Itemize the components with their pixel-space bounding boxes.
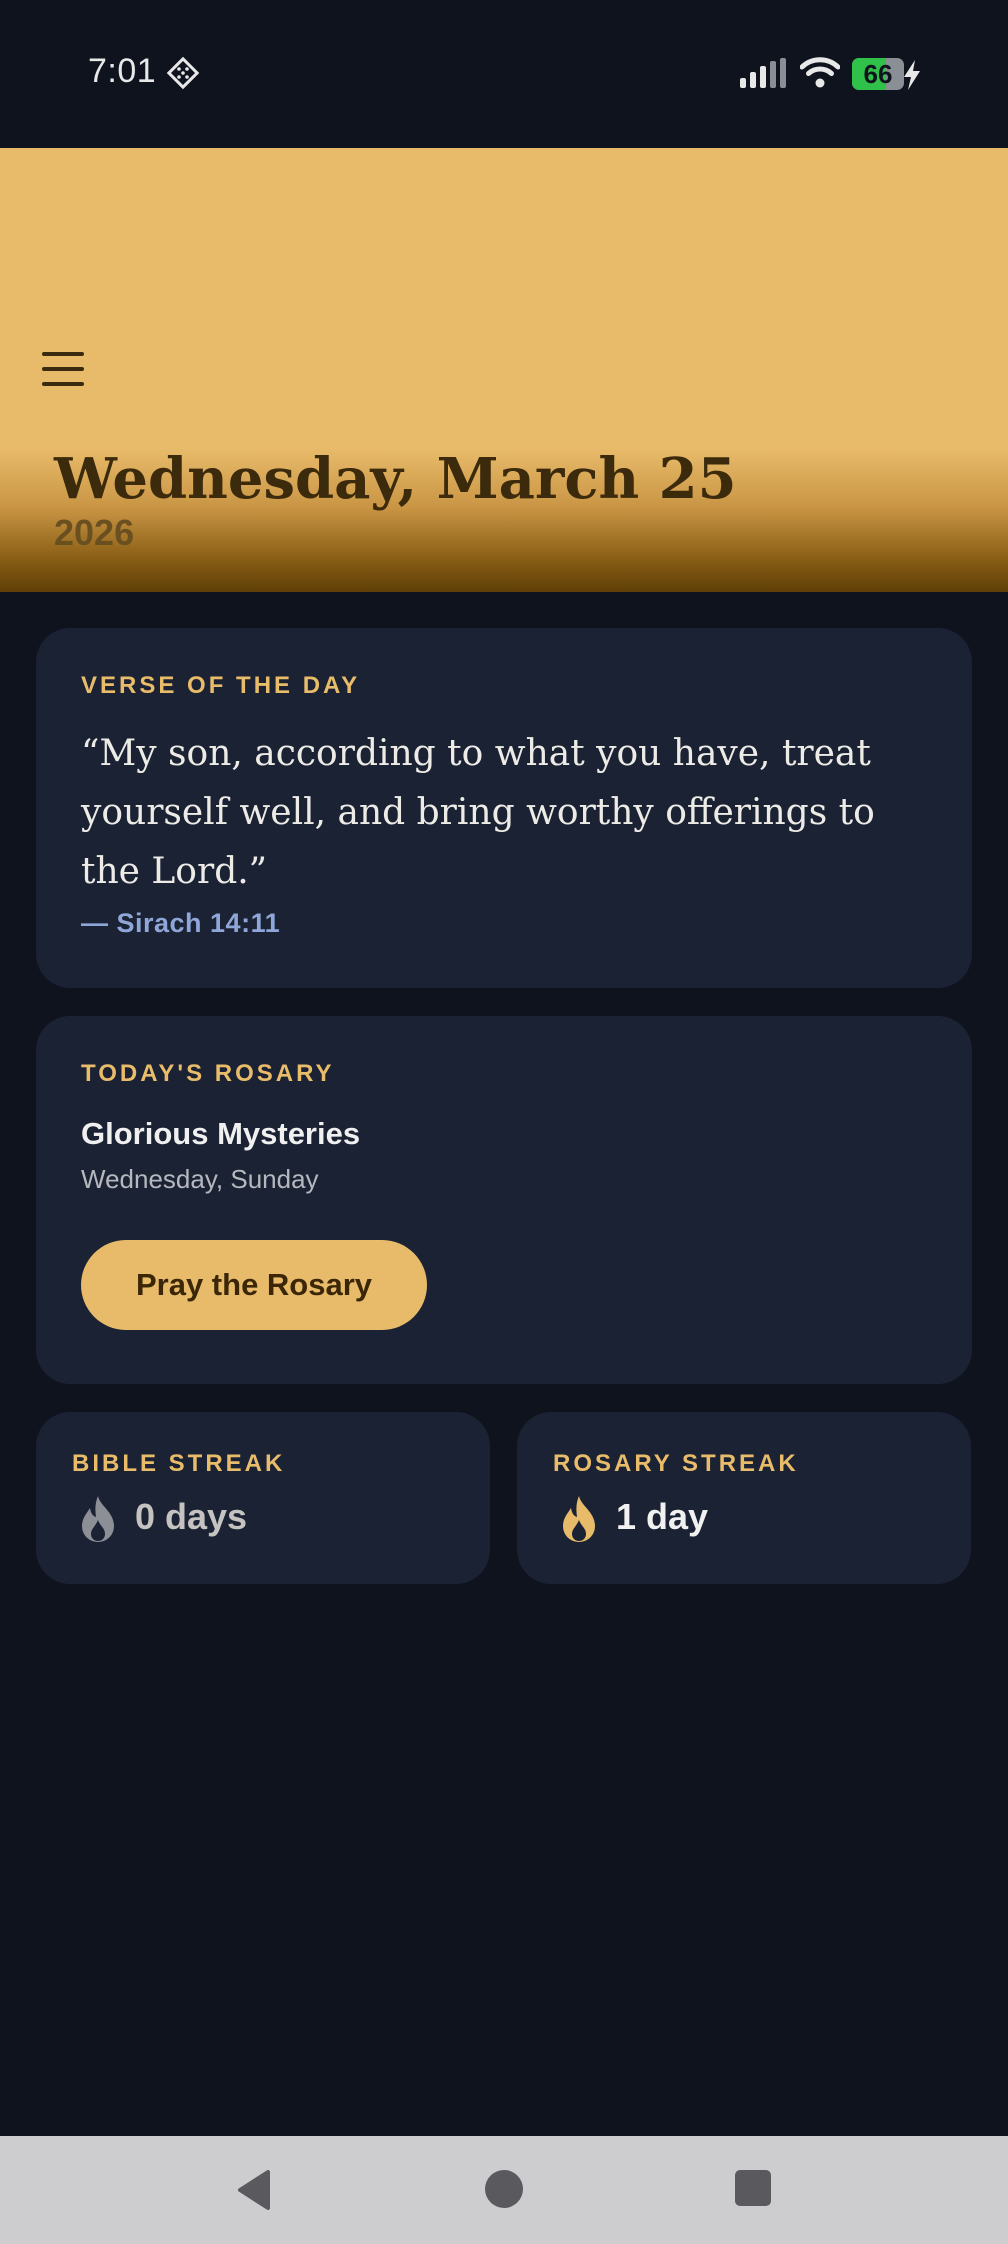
wifi-icon (800, 57, 840, 88)
system-nav-bar (0, 2136, 1008, 2244)
rosary-streak-value: 1 day (616, 1496, 709, 1537)
rosary-card-label: TODAY'S ROSARY (81, 1060, 335, 1087)
rosary-streak-card: ROSARY STREAK 1 day (517, 1412, 971, 1584)
recents-icon[interactable] (735, 2170, 771, 2206)
status-bar: 7:01 66 (0, 0, 1008, 148)
page-title: Wednesday, March 25 (54, 446, 737, 512)
flame-icon (563, 1496, 595, 1542)
status-time: 7:01 (88, 52, 157, 90)
todays-rosary-card: TODAY'S ROSARY Glorious Mysteries Wednes… (36, 1016, 972, 1384)
signal-icon (740, 58, 786, 88)
verse-of-the-day-card[interactable]: VERSE OF THE DAY “My son, according to w… (36, 628, 972, 988)
battery-level: 66 (863, 58, 893, 89)
back-icon[interactable] (236, 2170, 272, 2210)
verse-reference: — Sirach 14:11 (81, 908, 281, 938)
pray-the-rosary-button[interactable]: Pray the Rosary (81, 1240, 427, 1330)
bible-streak-label: BIBLE STREAK (72, 1450, 286, 1477)
date-header: Wednesday, March 25 2026 (0, 148, 1008, 592)
rosary-mysteries-title: Glorious Mysteries (81, 1116, 361, 1151)
battery-icon: 66 (852, 58, 904, 90)
header-year: 2026 (54, 512, 135, 553)
verse-text: “My son, according to what you have, tre… (81, 733, 875, 892)
bible-streak-card: BIBLE STREAK 0 days (36, 1412, 490, 1584)
hamburger-menu-icon[interactable] (42, 352, 84, 386)
rosary-streak-label: ROSARY STREAK (553, 1450, 799, 1477)
bible-streak-value: 0 days (135, 1496, 248, 1537)
charging-bolt-icon (904, 60, 920, 90)
notification-diamond-icon (166, 56, 200, 90)
rosary-days: Wednesday, Sunday (81, 1164, 319, 1194)
verse-card-label: VERSE OF THE DAY (81, 672, 361, 699)
home-icon[interactable] (485, 2170, 523, 2208)
flame-icon (82, 1496, 114, 1542)
